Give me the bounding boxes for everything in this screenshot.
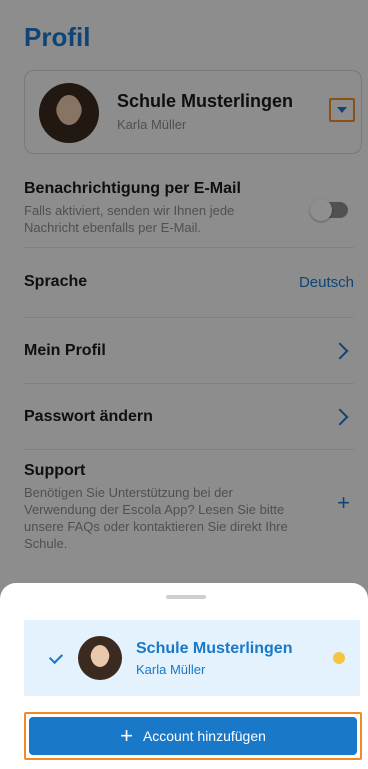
account-list-item[interactable]: Schule Musterlingen Karla Müller (24, 620, 360, 696)
add-account-button[interactable]: + Account hinzufügen (29, 717, 357, 755)
avatar (78, 636, 122, 680)
account-item-school: Schule Musterlingen (136, 640, 293, 657)
account-item-user: Karla Müller (136, 662, 206, 677)
plus-icon: + (120, 723, 133, 748)
add-account-highlight: + Account hinzufügen (24, 712, 362, 760)
add-account-label: Account hinzufügen (142, 728, 266, 744)
account-switcher-sheet: Schule Musterlingen Karla Müller + Accou… (0, 583, 368, 769)
check-icon (48, 649, 64, 665)
sheet-drag-handle[interactable] (166, 595, 206, 599)
status-dot (333, 652, 345, 664)
